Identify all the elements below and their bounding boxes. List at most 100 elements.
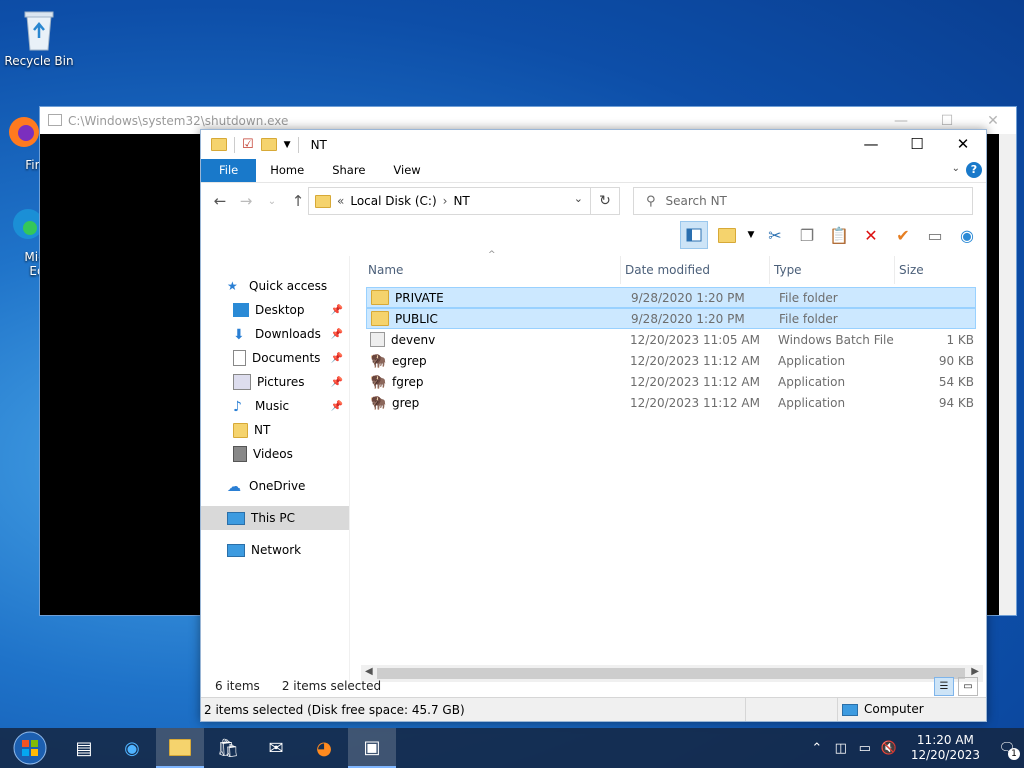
chevron-down-icon[interactable]: ⌄ [952,163,960,174]
console-close-button[interactable]: ✕ [970,113,1016,129]
console-app-icon [48,114,62,126]
volume-muted-icon[interactable]: 🔇 [877,741,901,756]
recent-locations-button[interactable]: ⌄ [259,196,285,207]
refresh-button[interactable]: ↻ [590,188,619,214]
minimize-button[interactable]: — [848,130,894,159]
file-list[interactable]: Name Date modified Type Size ^ PRIVATE 9… [350,250,986,682]
explorer-window[interactable]: ☑ ▼ NT — ☐ ✕ File Home Share View ⌄ ? ← … [200,129,987,722]
search-input[interactable]: ⚲ Search NT [633,187,973,215]
explorer-titlebar[interactable]: ☑ ▼ NT — ☐ ✕ [201,130,986,159]
mail-icon[interactable]: ✉ [252,728,300,768]
large-icons-view-button[interactable]: ▭ [958,677,978,696]
preview-pane-button[interactable] [680,221,708,249]
column-header-date[interactable]: Date modified [621,256,770,284]
search-placeholder: Search NT [665,194,727,208]
edge-icon[interactable]: ◉ [108,728,156,768]
console-taskbar-icon[interactable]: ▣ [348,728,396,768]
properties-icon[interactable]: ☑ [242,137,254,152]
store-icon[interactable]: 🛍 [204,728,252,768]
forward-button[interactable]: → [233,192,259,210]
new-folder-button[interactable] [714,222,740,248]
sidebar-item-documents[interactable]: Documents 📌 [201,346,349,370]
file-size: 54 KB [938,374,974,389]
table-row[interactable]: PRIVATE 9/28/2020 1:20 PM File folder [366,287,976,308]
edge-icon [4,204,44,248]
breadcrumb-nt[interactable]: NT [453,194,469,208]
file-name: PRIVATE [395,290,444,305]
breadcrumb-local-disk[interactable]: Local Disk (C:) [350,194,436,208]
recycle-bin-shortcut[interactable]: Recycle Bin [3,8,75,68]
task-view-icon[interactable]: ▤ [60,728,108,768]
sidebar-item-network[interactable]: Network [201,538,349,562]
back-button[interactable]: ← [207,192,233,210]
rename-icon[interactable]: ▭ [922,222,948,248]
chevron-up-icon[interactable]: ⌃ [805,741,829,756]
network-icon [227,543,245,557]
tab-share[interactable]: Share [318,159,379,182]
sidebar-item-nt[interactable]: NT [201,418,349,442]
breadcrumb-separator[interactable]: › [443,194,448,208]
column-header-name[interactable]: Name [364,256,621,284]
sidebar-item-pictures[interactable]: Pictures 📌 [201,370,349,394]
details-view-button[interactable]: ☰ [934,677,954,696]
table-row[interactable]: devenv 12/20/2023 11:05 AM Windows Batch… [366,329,976,350]
properties-globe-icon[interactable]: ◉ [954,222,980,248]
new-folder-icon[interactable] [260,138,277,151]
meet-now-icon[interactable]: ◫ [829,741,853,756]
table-row[interactable]: PUBLIC 9/28/2020 1:20 PM File folder [366,308,976,329]
breadcrumb-prefix[interactable]: « [337,194,344,208]
tab-file[interactable]: File [201,159,257,182]
file-name: devenv [391,332,436,347]
cut-icon[interactable]: ✂ [762,222,788,248]
download-icon: ⬇ [233,327,245,343]
pin-icon[interactable]: 📌 [331,329,343,340]
pin-icon[interactable]: 📌 [331,353,343,364]
file-explorer-icon[interactable] [156,728,204,768]
console-maximize-button[interactable]: ☐ [924,113,970,129]
clock[interactable]: 11:20 AM 12/20/2023 [911,733,980,763]
firefox-icon[interactable]: ◕ [300,728,348,768]
clock-date: 12/20/2023 [910,748,980,762]
sidebar-item-label: NT [254,423,271,437]
table-row[interactable]: 🦬 egrep 12/20/2023 11:12 AM Application 9… [366,350,976,371]
rename-check-icon[interactable]: ✔ [890,222,916,248]
copy-icon[interactable]: ❐ [794,222,820,248]
file-date: 12/20/2023 11:12 AM [630,395,760,410]
maximize-button[interactable]: ☐ [894,130,940,159]
tab-home[interactable]: Home [256,159,318,182]
pin-icon[interactable]: 📌 [331,401,343,412]
start-button[interactable] [0,728,60,768]
sidebar-item-onedrive[interactable]: ☁ OneDrive [201,474,349,498]
column-header-size[interactable]: Size [895,256,971,284]
delete-icon[interactable]: ✕ [858,222,884,248]
pin-icon[interactable]: 📌 [331,377,343,388]
tab-view[interactable]: View [379,159,434,182]
console-minimize-button[interactable]: — [878,113,924,129]
network-icon[interactable]: ▭ [853,741,877,756]
folder-icon [315,194,331,208]
picture-icon [233,374,251,390]
sidebar-item-downloads[interactable]: ⬇ Downloads 📌 [201,322,349,346]
sidebar-item-desktop[interactable]: Desktop 📌 [201,298,349,322]
sidebar-item-quick-access[interactable]: ★ Quick access [201,274,349,298]
pin-icon[interactable]: 📌 [331,305,343,316]
sidebar-item-videos[interactable]: Videos [201,442,349,466]
paste-icon[interactable]: 📋 [826,222,852,248]
navigation-pane[interactable]: ★ Quick access Desktop 📌 ⬇ Downloads 📌 D… [201,256,350,682]
close-button[interactable]: ✕ [940,130,986,159]
sidebar-item-music[interactable]: ♪ Music 📌 [201,394,349,418]
chevron-down-icon[interactable]: ⌄ [574,192,583,205]
address-bar[interactable]: « Local Disk (C:) › NT ⌄ ↻ [308,187,620,215]
column-header-type[interactable]: Type [770,256,895,284]
table-row[interactable]: 🦬 grep 12/20/2023 11:12 AM Application 94… [366,392,976,413]
clock-time: 11:20 AM [916,733,974,747]
chevron-down-icon[interactable]: ▼ [746,222,756,248]
chevron-down-icon[interactable]: ▼ [284,140,291,150]
help-button[interactable]: ? [966,162,982,178]
application-icon: 🦬 [370,396,387,411]
sidebar-item-this-pc[interactable]: This PC [201,506,349,530]
table-row[interactable]: 🦬 fgrep 12/20/2023 11:12 AM Application 5… [366,371,976,392]
console-scrollbar[interactable] [999,134,1016,615]
notification-icon[interactable]: 🗨 1 [990,741,1024,760]
sort-up-icon: ^ [488,250,496,260]
